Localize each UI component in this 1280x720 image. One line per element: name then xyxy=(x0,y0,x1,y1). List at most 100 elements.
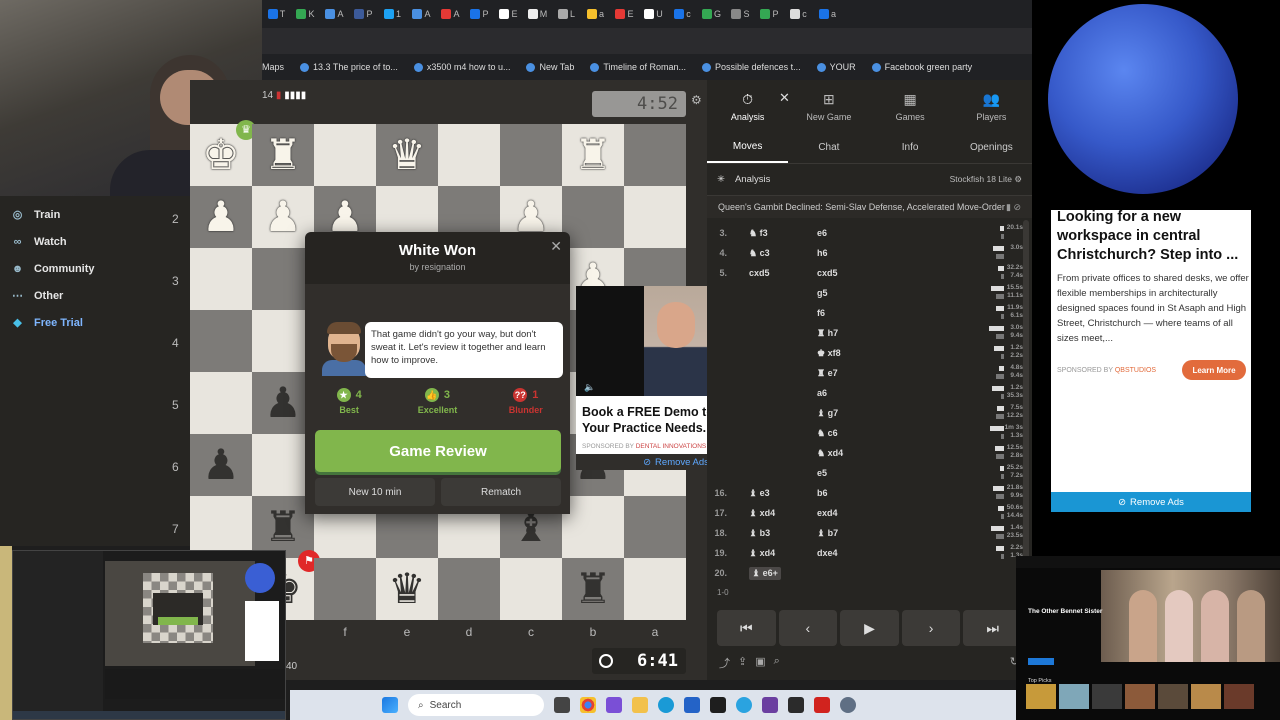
move-row[interactable]: ♞ c6 1m 3s 1.3s xyxy=(707,423,1023,443)
board-square[interactable] xyxy=(190,372,252,434)
black-move[interactable]: ♞ xd4 xyxy=(817,448,843,459)
tab-players[interactable]: 👥 Players xyxy=(951,80,1032,132)
bookmark-item[interactable]: Facebook green party xyxy=(871,62,972,72)
tab-info[interactable]: Info xyxy=(870,132,951,163)
move-row[interactable]: ♞ xd4 12.5s 2.8s xyxy=(707,443,1023,463)
new-game-button[interactable]: New 10 min xyxy=(315,478,435,506)
black-move[interactable]: g5 xyxy=(817,288,828,298)
browser-tab[interactable]: A xyxy=(436,3,465,25)
next-move-button[interactable]: › xyxy=(901,610,961,646)
browser-tab[interactable]: U xyxy=(639,3,668,25)
browser-tab[interactable]: G xyxy=(697,3,726,25)
app2-icon[interactable] xyxy=(710,697,726,713)
browser-tab[interactable]: a xyxy=(581,3,610,25)
move-row[interactable]: 16. ♝ e3 b6 21.8s 9.9s xyxy=(707,483,1023,503)
chrome-icon[interactable] xyxy=(580,697,596,713)
white-move[interactable]: ♝ e3 xyxy=(749,488,770,499)
board-square[interactable]: ♚ ♛ xyxy=(190,120,256,186)
white-move[interactable]: ♝ xd4 xyxy=(749,508,775,519)
tab-new-game[interactable]: ⊞ New Game xyxy=(788,80,869,132)
close-icon[interactable]: ✕ xyxy=(550,238,562,255)
board-square[interactable]: ♜ xyxy=(562,558,624,620)
tab-chat[interactable]: Chat xyxy=(788,132,869,163)
black-move[interactable]: ♞ c6 xyxy=(817,428,838,439)
board-square[interactable] xyxy=(500,124,562,186)
board-square[interactable]: ♛ xyxy=(376,124,438,186)
app-icon[interactable] xyxy=(606,697,622,713)
white-move[interactable]: ♞ c3 xyxy=(749,248,770,259)
move-row[interactable]: a6 1.2s 35.3s xyxy=(707,383,1023,403)
board-square[interactable] xyxy=(438,124,500,186)
opening-book-icon[interactable]: ▮ ⊘ xyxy=(1006,202,1021,213)
move-row[interactable]: 19.♝ xd4dxe42.2s1.3s xyxy=(707,543,1023,563)
black-move[interactable]: h6 xyxy=(817,248,828,258)
move-row[interactable]: ♜ h7 3.0s 9.4s xyxy=(707,323,1023,343)
bookmark-item[interactable]: Timeline of Roman... xyxy=(590,62,686,72)
board-square[interactable] xyxy=(624,186,686,248)
board-square[interactable] xyxy=(500,558,562,620)
board-square[interactable]: ♜ xyxy=(252,124,314,186)
app3-icon[interactable] xyxy=(788,697,804,713)
browser-tab[interactable]: P xyxy=(755,3,784,25)
black-move[interactable]: ♝ b7 xyxy=(817,528,838,539)
browser-tab[interactable]: c xyxy=(668,3,697,25)
white-move[interactable]: ♝ xd4 xyxy=(749,548,775,559)
board-square[interactable] xyxy=(190,248,252,310)
stat-best[interactable]: ★ 4 Best xyxy=(309,388,389,415)
sidebar-item-watch[interactable]: ∞ Watch xyxy=(0,228,190,255)
zoom-icon[interactable]: ⌕ xyxy=(774,655,780,671)
move-row[interactable]: g5 15.5s 11.1s xyxy=(707,283,1023,303)
board-square[interactable] xyxy=(190,496,252,558)
browser-tab[interactable]: A xyxy=(320,3,349,25)
white-move[interactable]: cxd5 xyxy=(749,268,770,278)
board-square[interactable] xyxy=(562,186,624,248)
black-pawn-icon[interactable]: ♟ xyxy=(264,382,302,424)
settings-gear-icon[interactable]: ⚙ xyxy=(691,93,702,107)
board-square[interactable] xyxy=(624,496,686,558)
browser-tab[interactable]: P xyxy=(349,3,378,25)
black-rook-icon[interactable]: ♜ xyxy=(264,506,302,548)
rematch-button[interactable]: Rematch xyxy=(441,478,561,506)
telegram-icon[interactable] xyxy=(736,697,752,713)
remove-ads-button[interactable]: ⊘ Remove Ads xyxy=(1051,492,1251,512)
board-square[interactable] xyxy=(314,124,376,186)
browser-tab[interactable]: E xyxy=(610,3,639,25)
move-row[interactable]: ♚ xf8 1.2s 2.2s xyxy=(707,343,1023,363)
sidebar-item-free-trial[interactable]: ◆ Free Trial xyxy=(0,309,190,336)
bookmark-item[interactable]: 13.3 The price of to... xyxy=(300,62,398,72)
first-move-button[interactable]: ⏮ xyxy=(717,610,776,646)
mute-icon[interactable]: 🔈 xyxy=(584,382,595,393)
move-row[interactable]: 5. cxd5 cxd5 32.2s 7.4s xyxy=(707,263,1023,283)
browser-tab[interactable]: 1 xyxy=(378,3,407,25)
move-row[interactable]: 4. ♞ c3 h6 3.0s xyxy=(707,243,1023,263)
bookmark-item[interactable]: x3500 m4 how to u... xyxy=(413,62,510,72)
taskbar-search[interactable]: ⌕ Search xyxy=(408,694,544,716)
browser-tab[interactable]: T xyxy=(262,3,291,25)
learn-more-button[interactable]: Learn More xyxy=(1182,360,1246,380)
browser-tab[interactable]: E xyxy=(494,3,523,25)
black-move[interactable]: f6 xyxy=(817,308,825,318)
board-square[interactable]: ♜ xyxy=(562,124,624,186)
sidebar-item-community[interactable]: ☻ Community xyxy=(0,255,190,282)
board-square[interactable] xyxy=(438,558,500,620)
board-square[interactable] xyxy=(624,558,686,620)
white-move[interactable]: ♞ f3 xyxy=(749,228,768,239)
browser-tab[interactable]: L xyxy=(552,3,581,25)
browser-tab[interactable]: P xyxy=(465,3,494,25)
board-square[interactable]: ♛ xyxy=(376,558,438,620)
stat-excellent[interactable]: 👍 3 Excellent xyxy=(397,388,477,415)
export-icon[interactable]: ⇪ xyxy=(738,655,747,671)
black-move[interactable]: a6 xyxy=(817,388,827,398)
black-rook-icon[interactable]: ♜ xyxy=(574,568,612,610)
play-button[interactable]: ▶ xyxy=(840,610,899,646)
browser-tab[interactable]: A xyxy=(407,3,436,25)
browser-tab[interactable]: K xyxy=(291,3,320,25)
analysis-toggle-icon[interactable]: ✳ xyxy=(717,174,725,185)
black-move[interactable]: ♝ g7 xyxy=(817,408,838,419)
task-view-icon[interactable] xyxy=(554,697,570,713)
move-row[interactable]: f6 11.9s 6.1s xyxy=(707,303,1023,323)
windows-start-icon[interactable] xyxy=(382,697,398,713)
outlook-icon[interactable] xyxy=(684,697,700,713)
black-move[interactable]: dxe4 xyxy=(817,548,838,558)
white-rook-icon[interactable]: ♜ xyxy=(574,134,612,176)
